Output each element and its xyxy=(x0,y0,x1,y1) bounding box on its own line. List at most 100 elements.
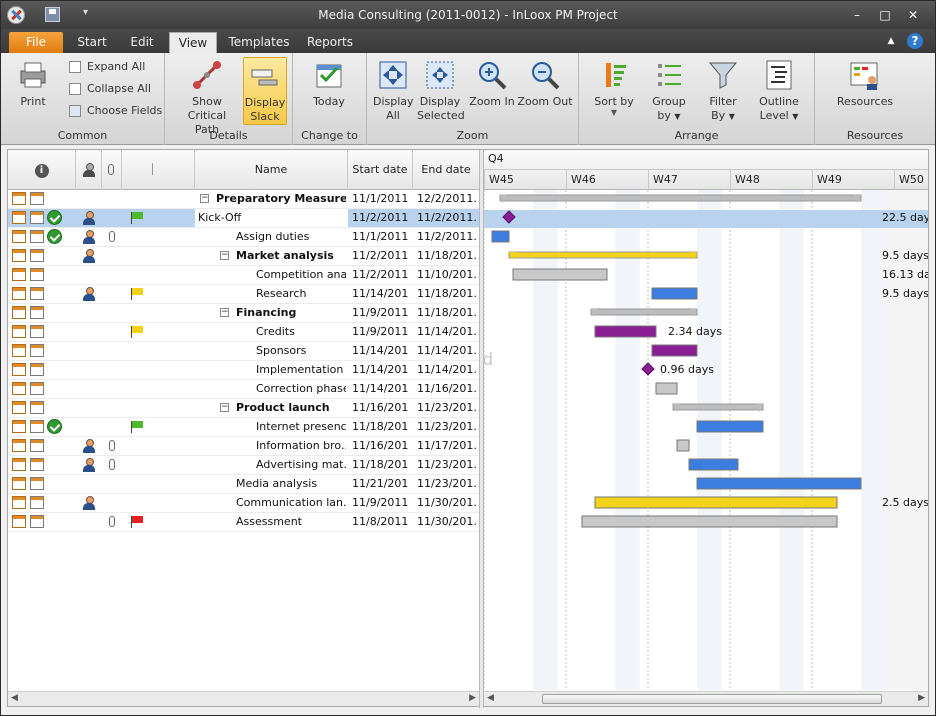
task-start-date[interactable]: 11/9/2011... xyxy=(352,304,408,322)
table-row[interactable]: Research 11/14/201... 11/18/201... xyxy=(8,285,479,304)
task-name[interactable]: Implementation xyxy=(256,361,346,379)
task-name[interactable]: Media analysis xyxy=(236,475,346,493)
table-row[interactable]: Media analysis 11/21/201... 11/23/201... xyxy=(8,475,479,494)
task-name[interactable]: Internet presence xyxy=(256,418,346,436)
table-row[interactable]: Internet presence 11/18/201... 11/23/201..… xyxy=(8,418,479,437)
table-row[interactable]: −Financing 11/9/2011... 11/18/201... xyxy=(8,304,479,323)
task-end-date[interactable]: 12/2/2011... xyxy=(417,190,477,208)
task-start-date[interactable]: 11/16/201... xyxy=(352,399,408,417)
sort-by-button[interactable]: Sort by ▼ xyxy=(587,57,641,117)
task-start-date[interactable]: 11/8/2011... xyxy=(352,513,408,531)
task-end-date[interactable]: 11/23/201... xyxy=(417,456,477,474)
collapse-ribbon-icon[interactable]: ▲ xyxy=(883,33,899,49)
filter-by-button[interactable]: Filter By ▼ xyxy=(697,57,749,124)
task-name[interactable]: Communication lan... xyxy=(236,494,346,512)
column-header-resource[interactable] xyxy=(76,150,102,190)
table-row[interactable]: Assessment 11/8/2011... 11/30/201... xyxy=(8,513,479,532)
tab-edit[interactable]: Edit xyxy=(119,32,165,53)
task-start-date[interactable]: 11/18/201... xyxy=(352,456,408,474)
task-end-date[interactable]: 11/30/201... xyxy=(417,513,477,531)
task-start-date[interactable]: 11/14/201... xyxy=(352,380,408,398)
choose-fields-button[interactable]: Choose Fields xyxy=(69,102,162,120)
table-row[interactable]: Information bro... 11/16/201... 11/17/201.… xyxy=(8,437,479,456)
yellow-flag-icon[interactable] xyxy=(131,326,144,338)
gantt-scroll-right-icon[interactable]: ▶ xyxy=(918,693,925,703)
task-end-date[interactable]: 11/30/201... xyxy=(417,494,477,512)
task-name[interactable]: Credits xyxy=(256,323,346,341)
paperclip-icon[interactable] xyxy=(109,231,115,242)
table-row[interactable]: −Market analysis 11/2/2011... 11/18/201... xyxy=(8,247,479,266)
task-end-date[interactable]: 11/18/201... xyxy=(417,285,477,303)
collapse-toggle-icon[interactable]: − xyxy=(220,251,229,260)
task-end-date[interactable]: 11/17/201... xyxy=(417,437,477,455)
task-name[interactable]: Financing xyxy=(236,304,346,322)
table-row[interactable]: −Preparatory Measures 11/1/2011... 12/2/20… xyxy=(8,190,479,209)
display-all-button[interactable]: Display All xyxy=(373,57,414,123)
tab-start[interactable]: Start xyxy=(69,32,115,53)
task-name[interactable]: Advertising mat... xyxy=(256,456,346,474)
column-header-indicators[interactable]: i xyxy=(8,150,76,190)
task-start-date[interactable]: 11/9/2011... xyxy=(352,323,408,341)
task-name[interactable]: Kick-Off xyxy=(198,209,346,227)
column-header-flag[interactable] xyxy=(122,150,195,190)
task-end-date[interactable]: 11/18/201... xyxy=(417,304,477,322)
grid-horizontal-scrollbar[interactable]: ◀ ▶ xyxy=(8,691,479,706)
green-flag-icon[interactable] xyxy=(131,421,144,433)
outline-level-button[interactable]: Outline Level ▼ xyxy=(753,57,805,124)
tab-templates[interactable]: Templates xyxy=(223,32,295,53)
paperclip-icon[interactable] xyxy=(109,440,115,451)
task-end-date[interactable]: 11/14/201... xyxy=(417,342,477,360)
task-name[interactable]: Sponsors xyxy=(256,342,346,360)
minimize-button[interactable]: – xyxy=(849,7,865,23)
column-header-end-date[interactable]: End date xyxy=(413,150,479,190)
task-name[interactable]: Preparatory Measures xyxy=(216,190,346,208)
task-name[interactable]: Correction phase xyxy=(256,380,346,398)
close-button[interactable]: ✕ xyxy=(905,7,921,23)
task-end-date[interactable]: 11/23/201... xyxy=(417,475,477,493)
task-start-date[interactable]: 11/14/201... xyxy=(352,342,408,360)
red-flag-icon[interactable] xyxy=(131,516,144,528)
display-slack-button[interactable]: Display Slack xyxy=(243,57,287,125)
scroll-left-icon[interactable]: ◀ xyxy=(11,693,18,703)
show-critical-path-button[interactable]: Show Critical Path xyxy=(173,57,241,137)
expand-all-button[interactable]: Expand All xyxy=(69,58,145,76)
zoom-out-button[interactable]: Zoom Out xyxy=(517,57,573,109)
gantt-horizontal-scrollbar[interactable]: ◀ ▶ xyxy=(484,691,928,706)
task-end-date[interactable]: 11/18/201... xyxy=(417,247,477,265)
task-start-date[interactable]: 11/9/2011... xyxy=(352,494,408,512)
task-start-date[interactable]: 11/1/2011... xyxy=(352,228,408,246)
table-row[interactable]: Sponsors 11/14/201... 11/14/201... xyxy=(8,342,479,361)
task-end-date[interactable]: 11/10/201... xyxy=(417,266,477,284)
tab-reports[interactable]: Reports xyxy=(299,32,361,53)
group-by-button[interactable]: Group by ▼ xyxy=(645,57,693,124)
task-name[interactable]: Market analysis xyxy=(236,247,346,265)
zoom-in-button[interactable]: Zoom In xyxy=(467,57,517,109)
table-row[interactable]: Advertising mat... 11/18/201... 11/23/201.… xyxy=(8,456,479,475)
task-name[interactable]: Product launch xyxy=(236,399,346,417)
display-selected-button[interactable]: Display Selected xyxy=(417,57,465,123)
task-end-date[interactable]: 11/2/2011... xyxy=(417,228,477,246)
paperclip-icon[interactable] xyxy=(109,459,115,470)
maximize-button[interactable]: □ xyxy=(877,7,893,23)
task-start-date[interactable]: 11/2/2011... xyxy=(352,209,408,227)
yellow-flag-icon[interactable] xyxy=(131,288,144,300)
task-end-date[interactable]: 11/2/2011... xyxy=(417,209,477,227)
task-start-date[interactable]: 11/2/2011... xyxy=(352,247,408,265)
collapse-all-button[interactable]: Collapse All xyxy=(69,80,151,98)
table-row[interactable]: Implementation 11/14/201... 11/14/201... xyxy=(8,361,479,380)
table-row[interactable]: Kick-Off 11/2/2011... 11/2/2011... xyxy=(8,209,479,228)
task-start-date[interactable]: 11/14/201... xyxy=(352,285,408,303)
task-end-date[interactable]: 11/14/201... xyxy=(417,323,477,341)
task-name[interactable]: Assign duties xyxy=(236,228,346,246)
gantt-scroll-thumb[interactable] xyxy=(542,694,882,704)
print-button[interactable]: Print xyxy=(11,57,55,109)
task-name[interactable]: Competition ana... xyxy=(256,266,346,284)
table-row[interactable]: Assign duties 11/1/2011... 11/2/2011... xyxy=(8,228,479,247)
task-start-date[interactable]: 11/18/201... xyxy=(352,418,408,436)
column-header-start-date[interactable]: Start date xyxy=(348,150,413,190)
collapse-toggle-icon[interactable]: − xyxy=(220,403,229,412)
task-start-date[interactable]: 11/14/201... xyxy=(352,361,408,379)
collapse-toggle-icon[interactable]: − xyxy=(200,194,209,203)
task-end-date[interactable]: 11/23/201... xyxy=(417,418,477,436)
resources-button[interactable]: Resources xyxy=(829,57,901,109)
